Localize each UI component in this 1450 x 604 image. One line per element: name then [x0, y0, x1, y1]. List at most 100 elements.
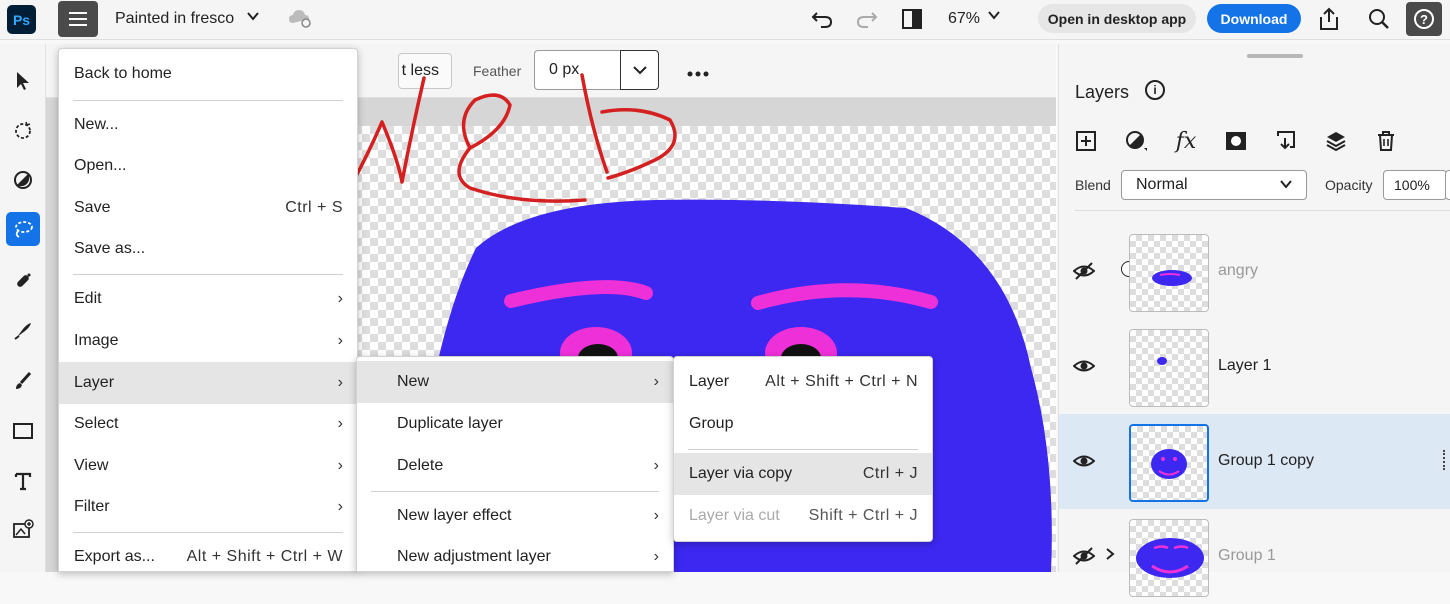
- layer-row-selected[interactable]: Group 1 copy: [1059, 414, 1450, 509]
- main-menu: Back to home New... Open... Save Ctrl + S…: [58, 48, 358, 572]
- menu-item-layer[interactable]: Layer ›: [59, 362, 357, 404]
- chevron-right-icon[interactable]: [1105, 547, 1115, 566]
- layer-submenu: New › Duplicate layer Delete › New layer e…: [356, 356, 674, 572]
- adjust-icon[interactable]: [6, 163, 40, 197]
- menu-button[interactable]: [58, 1, 98, 37]
- menu-item-new-layer[interactable]: Layer Alt + Shift + Ctrl + N: [674, 361, 932, 403]
- menu-item-delete[interactable]: Delete ›: [357, 445, 673, 487]
- zoom-chevron-icon[interactable]: [987, 8, 1001, 25]
- chevron-right-icon: ›: [337, 332, 343, 349]
- panel-grip[interactable]: [1247, 54, 1303, 58]
- eye-hidden-icon[interactable]: [1072, 260, 1096, 282]
- layer-row[interactable]: Group 1: [1059, 509, 1450, 604]
- menu-item-save-as[interactable]: Save as...: [59, 228, 357, 270]
- chevron-right-icon: ›: [653, 548, 659, 565]
- feather-input[interactable]: 0 px: [534, 50, 622, 90]
- redo-icon[interactable]: [853, 6, 881, 32]
- menu-item-edit[interactable]: Edit ›: [59, 278, 357, 320]
- menu-item-image[interactable]: Image ›: [59, 320, 357, 362]
- subtract-less-button[interactable]: t less: [398, 53, 452, 89]
- help-button[interactable]: ?: [1406, 2, 1442, 36]
- menu-item-layer-new[interactable]: New ›: [357, 361, 673, 403]
- eye-icon[interactable]: [1072, 355, 1096, 377]
- adjustment-icon[interactable]: [1123, 128, 1149, 154]
- type-icon[interactable]: [6, 464, 40, 498]
- menu-item-duplicate-layer[interactable]: Duplicate layer: [357, 403, 673, 445]
- undo-icon[interactable]: [808, 6, 836, 32]
- spot-heal-icon[interactable]: [6, 314, 40, 348]
- chevron-right-icon: ›: [337, 415, 343, 432]
- menu-item-view[interactable]: View ›: [59, 445, 357, 487]
- menu-icon: [69, 12, 87, 14]
- blend-label: Blend: [1075, 177, 1111, 193]
- quick-select-icon[interactable]: [6, 113, 40, 147]
- menu-item-select[interactable]: Select ›: [59, 403, 357, 445]
- stack-icon[interactable]: [1323, 128, 1349, 154]
- layer-thumbnail: [1129, 329, 1209, 407]
- move-tool-icon[interactable]: [6, 64, 40, 98]
- chevron-right-icon: ›: [337, 457, 343, 474]
- chevron-down-icon: [632, 66, 647, 75]
- menu-item-new-group[interactable]: Group: [674, 403, 932, 445]
- search-icon[interactable]: [1365, 6, 1393, 32]
- layer-row[interactable]: angry: [1059, 224, 1450, 319]
- drag-handle-icon[interactable]: [1443, 450, 1447, 470]
- trash-icon[interactable]: [1373, 128, 1399, 154]
- eye-icon[interactable]: [1072, 450, 1096, 472]
- opacity-input[interactable]: 100%: [1383, 170, 1447, 200]
- add-layer-icon[interactable]: [1073, 128, 1099, 154]
- layers-panel: Layers i fx Blend Normal Opacity 100% an…: [1058, 44, 1450, 597]
- layer-name[interactable]: Layer 1: [1218, 357, 1271, 375]
- tool-bar: [0, 44, 46, 572]
- menu-item-new-layer-effect[interactable]: New layer effect ›: [357, 495, 673, 537]
- download-button[interactable]: Download: [1207, 4, 1301, 33]
- svg-text:?: ?: [1420, 12, 1428, 27]
- menu-item-save[interactable]: Save Ctrl + S: [59, 187, 357, 229]
- feather-dropdown-button[interactable]: [620, 50, 659, 90]
- menu-item-layer-via-copy[interactable]: Layer via copy Ctrl + J: [674, 453, 932, 495]
- help-icon: ?: [1414, 9, 1434, 29]
- fx-icon[interactable]: fx: [1173, 128, 1199, 154]
- menu-item-new[interactable]: New...: [59, 104, 357, 146]
- more-options-icon[interactable]: [686, 58, 710, 84]
- chevron-down-icon[interactable]: [245, 8, 261, 29]
- mask-icon[interactable]: [1223, 128, 1249, 154]
- share-icon[interactable]: [1315, 6, 1343, 32]
- clip-icon[interactable]: [1273, 128, 1299, 154]
- menu-item-layer-via-cut: Layer via cut Shift + Ctrl + J: [689, 507, 918, 524]
- zoom-level[interactable]: 67%: [948, 10, 980, 28]
- opacity-label: Opacity: [1325, 177, 1373, 193]
- layer-thumbnail: [1129, 424, 1209, 502]
- blend-mode-select[interactable]: Normal: [1121, 170, 1307, 200]
- menu-item-filter[interactable]: Filter ›: [59, 486, 357, 528]
- layer-row[interactable]: Layer 1: [1059, 319, 1450, 414]
- brush-icon[interactable]: [6, 364, 40, 398]
- feather-label: Feather: [473, 63, 522, 79]
- healing-icon[interactable]: [6, 264, 40, 298]
- cloud-sync-icon: [288, 8, 312, 28]
- layer-thumbnail: [1129, 234, 1209, 312]
- chevron-right-icon: ›: [653, 507, 659, 524]
- chevron-right-icon: ›: [653, 373, 659, 390]
- open-desktop-app-button[interactable]: Open in desktop app: [1038, 4, 1196, 33]
- opacity-slider-toggle[interactable]: [1445, 170, 1450, 200]
- document-title[interactable]: Painted in fresco: [115, 10, 234, 28]
- menu-item-open[interactable]: Open...: [59, 145, 357, 187]
- chevron-right-icon: ›: [337, 498, 343, 515]
- info-icon[interactable]: i: [1145, 80, 1165, 100]
- eye-hidden-icon[interactable]: [1072, 545, 1096, 567]
- new-submenu: Layer Alt + Shift + Ctrl + N Group Layer …: [673, 356, 933, 542]
- menu-item-back-to-home[interactable]: Back to home: [59, 53, 357, 95]
- chevron-down-icon: [1278, 176, 1294, 195]
- layer-name[interactable]: Group 1: [1218, 547, 1276, 565]
- layer-name[interactable]: Group 1 copy: [1218, 452, 1314, 470]
- layers-title: Layers: [1075, 82, 1130, 102]
- chevron-right-icon: ›: [653, 457, 659, 474]
- top-bar: Ps Painted in fresco 67% Open in desktop…: [0, 0, 1450, 40]
- add-image-icon[interactable]: [6, 512, 40, 546]
- lasso-icon[interactable]: [6, 212, 40, 246]
- chevron-right-icon: ›: [337, 374, 343, 391]
- layer-name[interactable]: angry: [1218, 262, 1258, 280]
- compare-icon[interactable]: [898, 6, 926, 32]
- rectangle-icon[interactable]: [6, 414, 40, 448]
